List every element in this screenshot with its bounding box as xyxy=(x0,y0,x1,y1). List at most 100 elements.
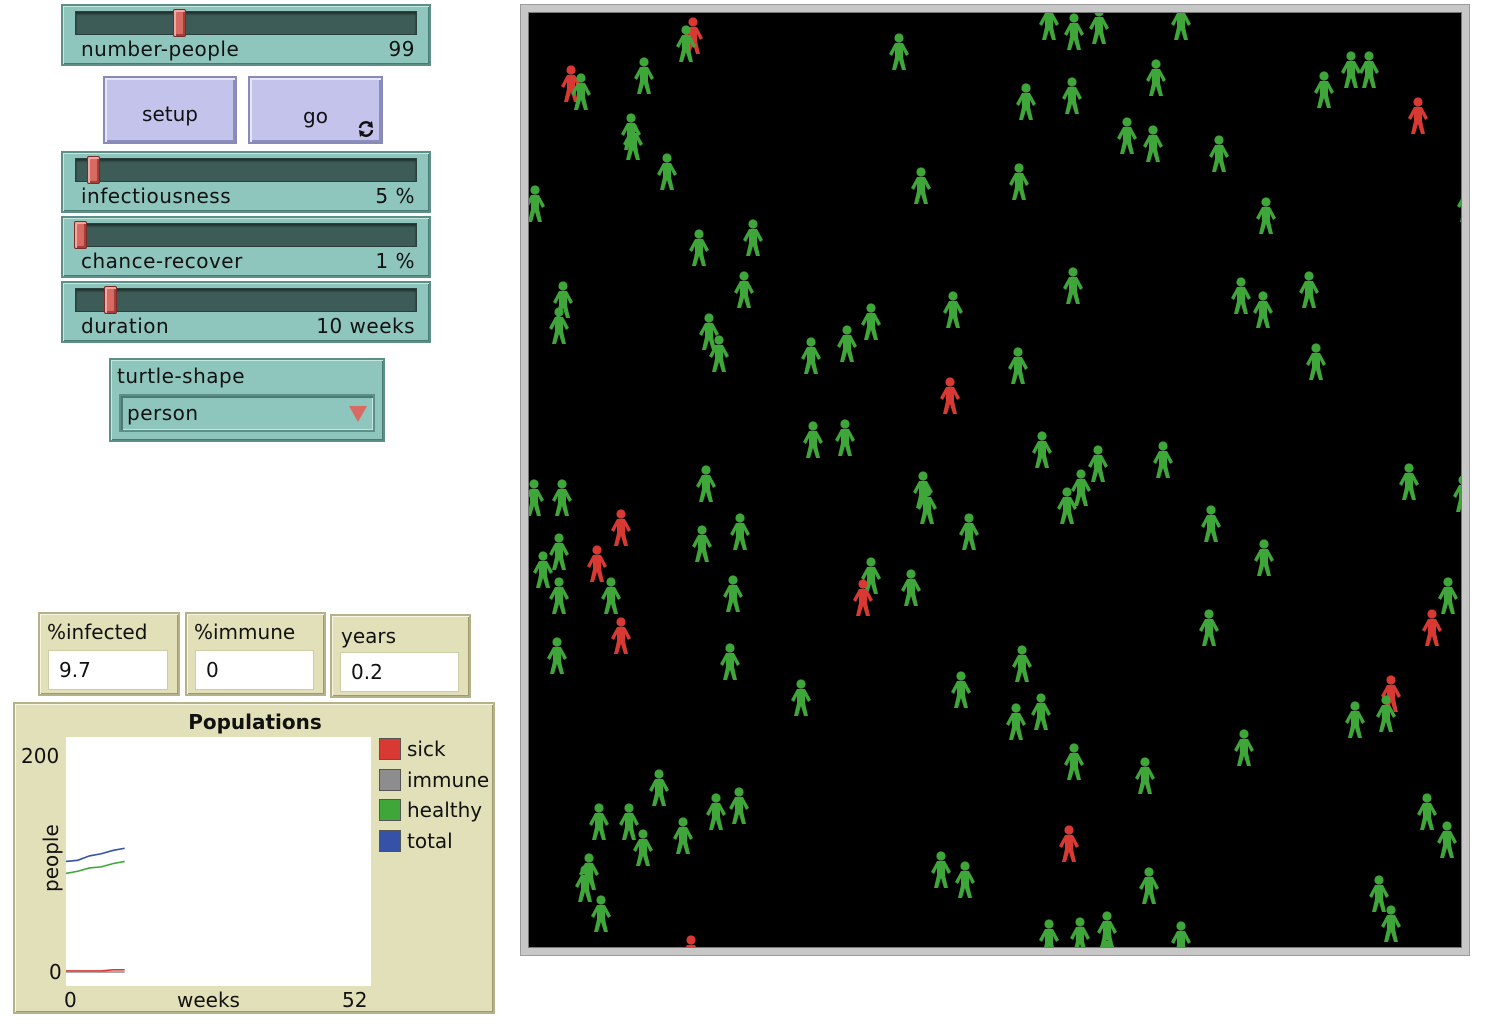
person-icon xyxy=(1153,441,1173,478)
person-icon xyxy=(1437,821,1457,858)
world-canvas[interactable] xyxy=(529,13,1462,948)
y-max-label: 200 xyxy=(21,744,60,768)
slider-value: 99 xyxy=(388,37,415,61)
person-icon xyxy=(1059,825,1079,862)
monitor-box: 0 xyxy=(195,650,314,690)
slider-track[interactable] xyxy=(75,288,417,312)
person-icon xyxy=(552,479,572,516)
go-button[interactable]: go xyxy=(248,76,383,144)
monitor-value: 0.2 xyxy=(351,660,383,684)
person-icon xyxy=(1063,267,1083,304)
person-icon xyxy=(1369,875,1389,912)
legend-label: sick xyxy=(407,737,446,761)
person-icon xyxy=(1171,921,1191,947)
person-icon xyxy=(685,935,697,947)
person-icon xyxy=(1306,343,1326,380)
chooser-dropdown[interactable]: person xyxy=(119,394,375,432)
x-max-label: 52 xyxy=(342,988,368,1012)
person-icon xyxy=(1064,13,1084,50)
person-icon xyxy=(547,637,567,674)
person-icon xyxy=(1070,917,1090,947)
turtle-shape-chooser[interactable]: turtle-shape person xyxy=(109,358,385,442)
legend-label: total xyxy=(407,829,453,853)
person-icon xyxy=(589,803,609,840)
person-icon xyxy=(861,303,881,340)
person-icon xyxy=(1031,693,1051,730)
person-icon xyxy=(1254,539,1274,576)
person-icon xyxy=(1341,51,1361,88)
slider-label: duration xyxy=(81,314,170,338)
slider-track[interactable] xyxy=(75,11,417,35)
person-icon xyxy=(1359,51,1379,88)
person-icon xyxy=(1117,117,1137,154)
person-icon xyxy=(730,513,750,550)
person-icon xyxy=(835,419,855,456)
person-icon xyxy=(1453,475,1461,512)
person-icon xyxy=(1438,577,1458,614)
slider-track[interactable] xyxy=(75,223,417,247)
person-icon xyxy=(1199,609,1219,646)
x-axis-label: weeks xyxy=(177,988,240,1012)
person-icon xyxy=(587,545,607,582)
person-icon xyxy=(889,33,909,70)
person-icon xyxy=(1057,487,1077,524)
legend-swatch-total xyxy=(379,830,401,852)
person-icon xyxy=(720,643,740,680)
setup-button-label: setup xyxy=(142,102,198,126)
world-view-frame xyxy=(520,4,1470,956)
number-people-slider[interactable]: number-people 99 xyxy=(61,4,431,66)
person-icon xyxy=(723,575,743,612)
person-icon xyxy=(803,421,823,458)
x-min-label: 0 xyxy=(64,988,77,1012)
person-icon xyxy=(699,313,719,350)
person-icon xyxy=(1422,609,1442,646)
populations-plot: Populations 200 0 people 0 weeks 52 sick… xyxy=(13,702,495,1014)
slider-track[interactable] xyxy=(75,158,417,182)
monitor-label: %immune xyxy=(194,620,296,644)
chance-recover-slider[interactable]: chance-recover 1 % xyxy=(61,216,431,278)
person-icon xyxy=(1253,291,1273,328)
person-icon xyxy=(1417,793,1437,830)
slider-knob[interactable] xyxy=(173,9,186,37)
person-icon xyxy=(1039,919,1059,947)
person-icon xyxy=(529,185,545,222)
infectiousness-slider[interactable]: infectiousness 5 % xyxy=(61,151,431,213)
slider-knob[interactable] xyxy=(104,286,117,314)
person-icon xyxy=(611,617,631,654)
person-icon xyxy=(1143,125,1163,162)
person-icon xyxy=(1209,135,1229,172)
person-icon xyxy=(1139,867,1159,904)
person-icon xyxy=(1457,198,1461,222)
person-icon xyxy=(706,793,726,830)
person-icon xyxy=(911,167,931,204)
person-icon xyxy=(940,377,960,414)
slider-knob[interactable] xyxy=(74,221,87,249)
plot-area xyxy=(66,737,371,986)
person-icon xyxy=(1008,347,1028,384)
person-icon xyxy=(549,577,569,614)
person-icon xyxy=(1399,463,1419,500)
monitor-box: 9.7 xyxy=(48,650,168,690)
world-view[interactable] xyxy=(528,12,1462,948)
person-icon xyxy=(901,569,921,606)
person-icon xyxy=(692,525,712,562)
person-icon xyxy=(931,851,951,888)
person-icon xyxy=(529,479,544,516)
forever-icon xyxy=(358,121,374,137)
person-icon xyxy=(657,153,677,190)
slider-knob[interactable] xyxy=(87,156,100,184)
monitor-label: %infected xyxy=(47,620,148,644)
person-icon xyxy=(791,679,811,716)
y-min-label: 0 xyxy=(49,960,62,984)
legend-label: immune xyxy=(407,768,490,792)
person-icon xyxy=(734,271,754,308)
setup-button[interactable]: setup xyxy=(103,76,237,144)
duration-slider[interactable]: duration 10 weeks xyxy=(61,281,431,343)
person-icon xyxy=(801,337,821,374)
person-icon xyxy=(619,803,639,840)
person-icon xyxy=(1231,277,1251,314)
monitor-value: 9.7 xyxy=(59,658,91,682)
person-icon xyxy=(943,291,963,328)
person-icon xyxy=(1314,71,1334,108)
person-icon xyxy=(1089,13,1109,44)
